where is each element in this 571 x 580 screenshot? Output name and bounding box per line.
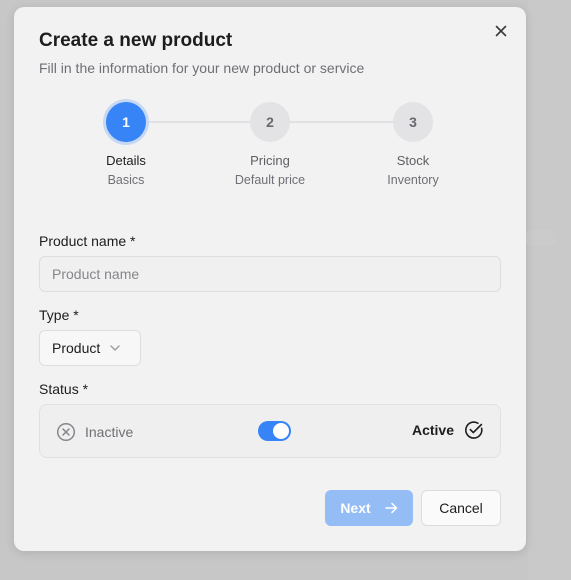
step-sublabel: Default price	[234, 173, 306, 187]
toggle-knob	[273, 423, 289, 439]
status-active-label: Active	[411, 422, 454, 438]
status-inactive-label: Inactive	[85, 424, 134, 440]
arrow-right-icon	[384, 502, 398, 514]
backdrop-element	[524, 230, 556, 246]
step-number-badge: 1	[106, 102, 146, 142]
next-button[interactable]: Next	[325, 490, 413, 526]
step-number-badge: 3	[393, 102, 433, 142]
status-label: Status *	[39, 381, 89, 397]
type-select-value: Product	[52, 340, 101, 356]
type-select[interactable]: Product	[39, 330, 141, 366]
close-button[interactable]	[493, 23, 509, 39]
close-icon	[495, 25, 507, 37]
step-sublabel: Basics	[107, 173, 145, 187]
dialog-title: Create a new product	[39, 30, 233, 51]
step-label: Stock	[396, 153, 430, 168]
x-circle-icon	[56, 422, 76, 442]
next-button-label: Next	[340, 500, 371, 516]
dialog-subtitle: Fill in the information for your new pro…	[39, 60, 365, 76]
step-number-badge: 2	[250, 102, 290, 142]
check-circle-icon	[465, 421, 483, 439]
create-product-dialog: Create a new product Fill in the informa…	[14, 7, 526, 551]
backdrop-panel	[528, 0, 571, 580]
step-pricing[interactable]: 2 Pricing Default price	[210, 102, 330, 187]
cancel-button[interactable]: Cancel	[421, 490, 501, 526]
status-inactive-option[interactable]: Inactive	[56, 422, 133, 442]
chevron-down-icon	[110, 345, 120, 351]
step-label: Details	[106, 153, 146, 168]
type-label: Type *	[39, 307, 79, 323]
product-name-input[interactable]	[39, 256, 501, 292]
status-selector: Inactive Active	[39, 404, 501, 458]
status-active-option[interactable]: Active	[412, 420, 484, 440]
step-label: Pricing	[250, 153, 290, 168]
step-details[interactable]: 1 Details Basics	[66, 102, 186, 187]
product-name-label: Product name *	[39, 233, 136, 249]
step-sublabel: Inventory	[387, 173, 439, 187]
status-toggle[interactable]	[258, 421, 291, 441]
step-stock[interactable]: 3 Stock Inventory	[353, 102, 473, 187]
